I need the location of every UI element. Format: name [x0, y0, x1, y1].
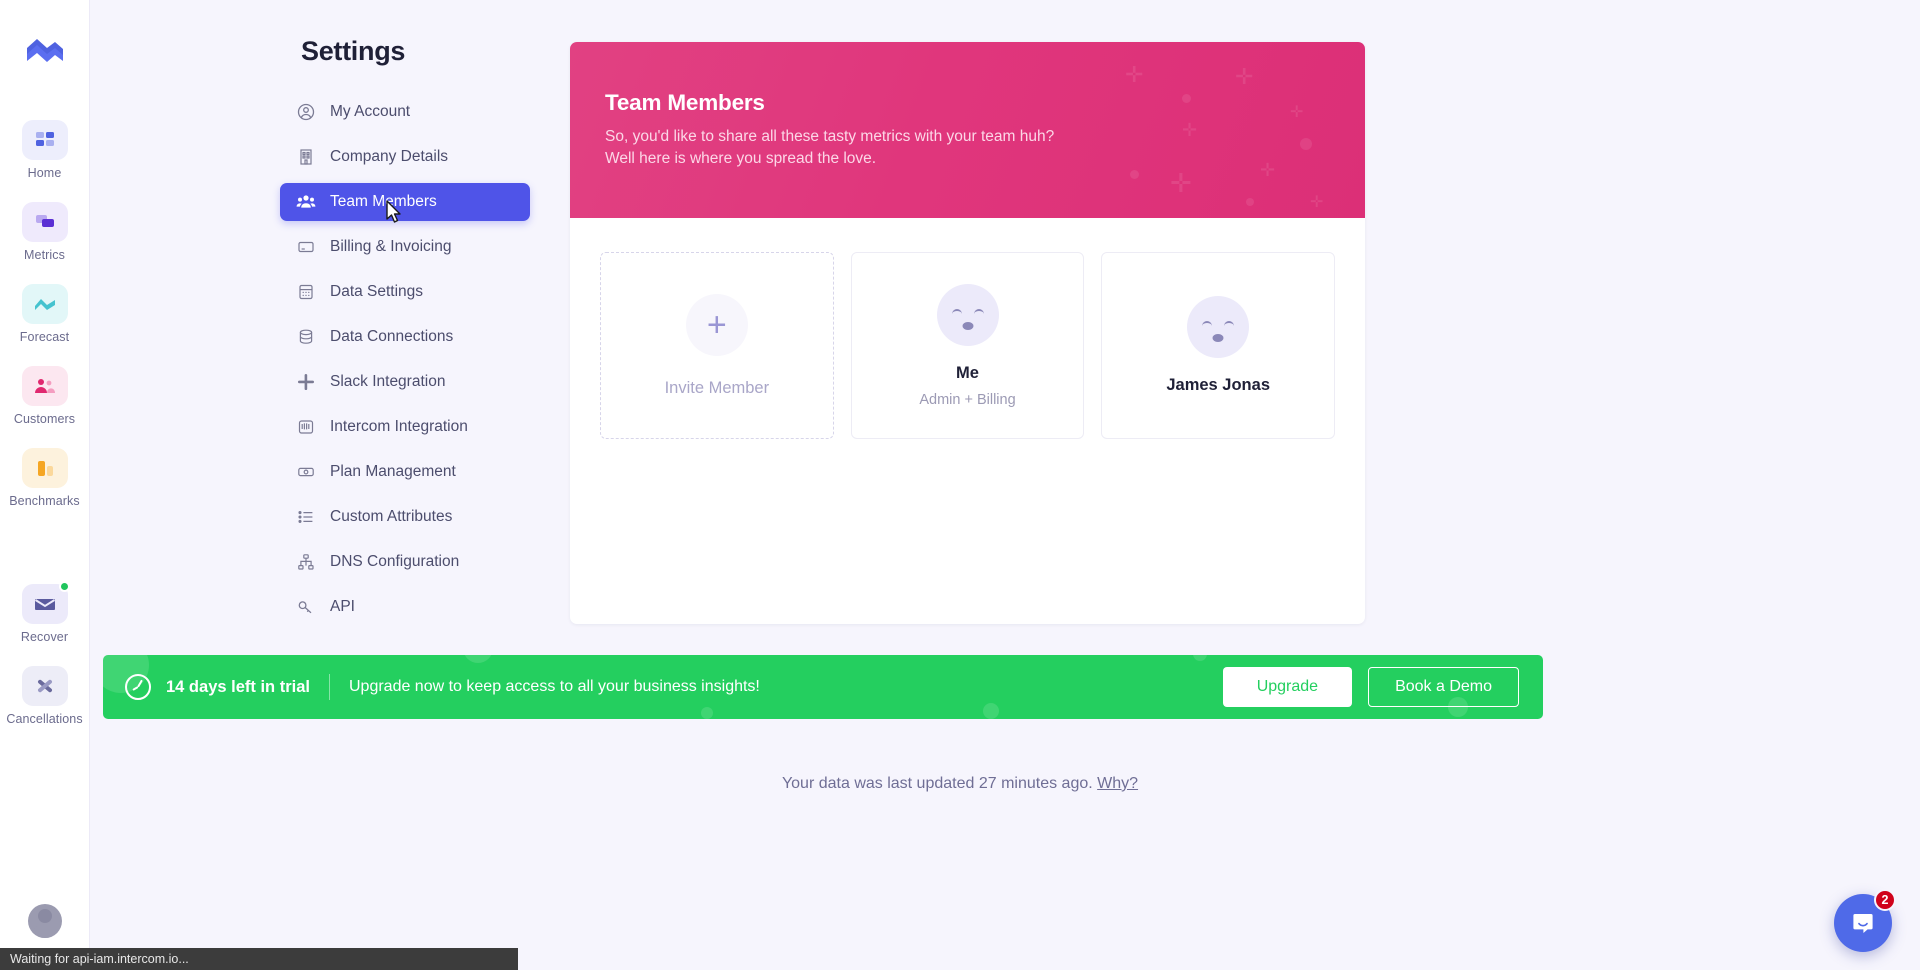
trial-message: Upgrade now to keep access to all your b… — [348, 678, 760, 695]
database-icon — [296, 327, 316, 347]
notification-dot-icon — [58, 581, 70, 592]
grid-icon — [21, 120, 68, 160]
wave-chart-icon — [21, 284, 68, 324]
sidebar-item-label: Billing & Invoicing — [330, 238, 452, 255]
hero-subtitle-line-1: So, you'd like to share all these tasty … — [605, 128, 1055, 145]
settings-nav-list: My Account Company Details Team Members … — [280, 93, 530, 626]
sidebar-item-metrics[interactable]: Metrics — [0, 202, 90, 262]
trial-banner: 14 days left in trial Upgrade now to kee… — [103, 655, 1543, 719]
sidebar-item-billing-invoicing[interactable]: Billing & Invoicing — [280, 228, 530, 266]
building-icon — [296, 147, 316, 167]
sidebar-item-customers[interactable]: Customers — [0, 366, 90, 426]
sitemap-icon — [296, 552, 316, 572]
sidebar-item-cancellations[interactable]: Cancellations — [0, 666, 90, 726]
sidebar-item-dns-configuration[interactable]: DNS Configuration — [280, 543, 530, 581]
layers-icon — [21, 202, 68, 242]
sidebar-item-label: Customers — [13, 412, 76, 426]
sidebar-item-team-members[interactable]: Team Members — [280, 183, 530, 221]
list-icon — [296, 507, 316, 527]
sidebar-item-label: Data Connections — [330, 328, 454, 345]
sidebar-item-custom-attributes[interactable]: Custom Attributes — [280, 498, 530, 536]
sidebar-item-label: My Account — [330, 103, 411, 120]
clock-icon — [125, 674, 151, 700]
mouse-cursor-icon — [386, 200, 401, 223]
intercom-unread-badge: 2 — [1874, 889, 1896, 911]
slack-icon — [296, 372, 316, 392]
sidebar-item-label: Data Settings — [330, 283, 424, 300]
sidebar-item-label: API — [330, 598, 355, 615]
envelope-icon — [21, 581, 70, 624]
avatar[interactable] — [27, 904, 62, 938]
sidebar-item-label: Intercom Integration — [330, 418, 468, 435]
settings-page: Home Metrics Forecast Customers Benchmar… — [0, 0, 1920, 970]
banknote-icon — [296, 462, 316, 482]
member-card[interactable]: Me Admin + Billing — [850, 252, 1085, 439]
sidebar-item-label: Recover — [20, 630, 69, 644]
why-link[interactable]: Why? — [1097, 775, 1138, 792]
hero-subtitle-line-2: Well here is where you spread the love. — [605, 150, 877, 167]
sidebar-item-label: Plan Management — [330, 463, 456, 480]
user-circle-icon — [296, 102, 316, 122]
sidebar-item-label: Company Details — [330, 148, 449, 165]
sidebar-item-label: Metrics — [24, 248, 65, 262]
key-icon — [296, 597, 316, 617]
sidebar-item-my-account[interactable]: My Account — [280, 93, 530, 131]
book-a-demo-button[interactable]: Book a Demo — [1368, 667, 1519, 707]
chat-bubble-icon — [1853, 914, 1873, 933]
sidebar-item-api[interactable]: API — [280, 588, 530, 626]
sidebar-item-data-settings[interactable]: Data Settings — [280, 273, 530, 311]
page-title: Settings — [301, 36, 406, 66]
sidebar-item-home[interactable]: Home — [0, 120, 90, 180]
divider — [328, 674, 330, 700]
sidebar-item-plan-management[interactable]: Plan Management — [280, 453, 530, 491]
group-icon — [296, 192, 316, 212]
member-name: James Jonas — [1166, 376, 1270, 394]
hero-banner: ✛ ✛ ✛ ✛ ✛ ✛ ✛ Team Members So, you'd lik… — [570, 42, 1365, 218]
intercom-icon — [296, 417, 316, 437]
sidebar-item-label: Custom Attributes — [330, 508, 453, 525]
sidebar-item-slack-integration[interactable]: Slack Integration — [280, 363, 530, 401]
member-card-list: + Invite Member Me Admin + Billing James… — [570, 218, 1365, 439]
bar-chart-icon — [21, 448, 68, 488]
sidebar-item-label: Forecast — [19, 330, 70, 344]
invite-member-card[interactable]: + Invite Member — [600, 252, 834, 439]
member-name: Me — [956, 363, 979, 382]
people-icon — [21, 366, 68, 406]
smiley-avatar-icon — [936, 283, 999, 346]
sidebar-item-intercom-integration[interactable]: Intercom Integration — [280, 408, 530, 446]
status-text: Waiting for api-iam.intercom.io... — [10, 952, 189, 966]
sidebar-item-company-details[interactable]: Company Details — [280, 138, 530, 176]
browser-status-bar: Waiting for api-iam.intercom.io... — [0, 948, 518, 970]
settings-nav: Settings My Account Company Details Team… — [280, 0, 530, 633]
baremetrics-logo-icon[interactable] — [21, 30, 69, 78]
primary-nav-rail: Home Metrics Forecast Customers Benchmar… — [0, 0, 90, 970]
data-updated-text: Your data was last updated 27 minutes ag… — [781, 775, 1093, 792]
sidebar-item-label: Home — [27, 166, 62, 180]
team-members-panel: ✛ ✛ ✛ ✛ ✛ ✛ ✛ Team Members So, you'd lik… — [570, 42, 1365, 624]
upgrade-button[interactable]: Upgrade — [1222, 667, 1353, 707]
calculator-icon — [296, 282, 316, 302]
hero-title: Team Members — [605, 90, 765, 115]
sidebar-item-data-connections[interactable]: Data Connections — [280, 318, 530, 356]
data-updated-note: Your data was last updated 27 minutes ag… — [0, 775, 1920, 793]
cross-swords-icon — [21, 666, 68, 706]
sidebar-item-label: Benchmarks — [9, 494, 80, 508]
sidebar-item-recover[interactable]: Recover — [0, 581, 90, 644]
member-card[interactable]: James Jonas — [1101, 252, 1336, 439]
trial-days-text: 14 days left in trial — [166, 677, 310, 696]
sidebar-item-benchmarks[interactable]: Benchmarks — [0, 448, 90, 508]
card-icon — [296, 237, 316, 257]
sidebar-item-label: Slack Integration — [330, 373, 446, 390]
sidebar-item-label: DNS Configuration — [330, 553, 460, 570]
smiley-avatar-icon — [1187, 296, 1250, 358]
invite-member-label: Invite Member — [664, 378, 770, 397]
plus-icon: + — [685, 293, 748, 356]
member-role: Admin + Billing — [919, 391, 1016, 408]
sidebar-item-label: Cancellations — [6, 712, 83, 726]
sidebar-item-forecast[interactable]: Forecast — [0, 284, 90, 344]
intercom-launcher-button[interactable]: 2 — [1834, 889, 1896, 952]
